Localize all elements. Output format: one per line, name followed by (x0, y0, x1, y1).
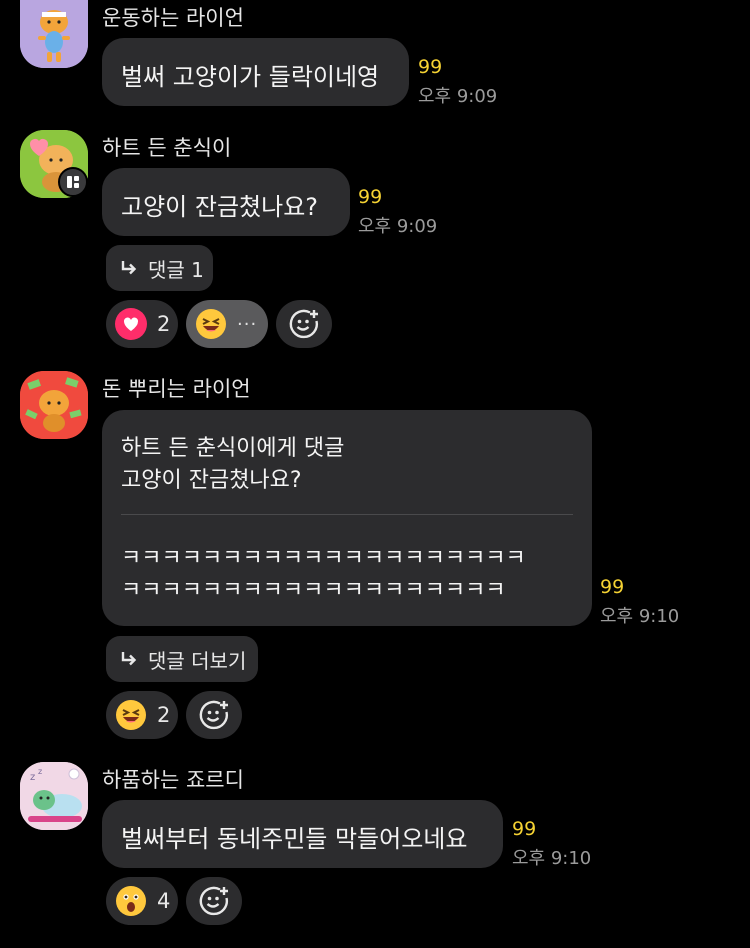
add-emoji-icon (288, 308, 320, 340)
unread-count: 99 (600, 576, 625, 598)
reply-more-button[interactable]: 댓글 더보기 (106, 636, 258, 682)
sender-name: 돈 뿌리는 라이언 (102, 377, 251, 401)
reply-label: 댓글 1 (148, 257, 204, 282)
avatar-yawning-jordy[interactable]: z z (20, 762, 88, 830)
avatar-exercising-ryan[interactable] (20, 0, 88, 68)
message-text-line-1: ㅋㅋㅋㅋㅋㅋㅋㅋㅋㅋㅋㅋㅋㅋㅋㅋㅋㅋㅋㅋ (121, 546, 526, 571)
message-text: 벌써 고양이가 들락이네영 (121, 63, 380, 91)
unread-count: 99 (358, 186, 383, 208)
community-badge-icon (67, 176, 79, 188)
message-bubble[interactable]: 고양이 잔금쳤나요? (102, 168, 350, 236)
reaction-laugh[interactable]: ··· (186, 300, 268, 348)
svg-text:z: z (30, 772, 35, 783)
ryan-money-icon (20, 371, 88, 439)
message-time: 오후 9:09 (358, 216, 438, 237)
reply-arrow-icon (120, 650, 138, 668)
message-time: 오후 9:10 (600, 606, 680, 627)
avatar-money-ryan[interactable] (20, 371, 88, 439)
quote-header: 하트 든 춘식이에게 댓글 (121, 436, 345, 461)
sender-name: 하트 든 춘식이 (102, 136, 232, 160)
avatar-badge (58, 167, 88, 197)
add-emoji-icon (198, 699, 230, 731)
jordy-yawning-icon: z z (20, 762, 88, 830)
message-text-line-2: ㅋㅋㅋㅋㅋㅋㅋㅋㅋㅋㅋㅋㅋㅋㅋㅋㅋㅋㅋ (121, 578, 506, 603)
reaction-more: ··· (237, 313, 258, 335)
reply-thread-button[interactable]: 댓글 1 (106, 245, 213, 291)
sender-name: 운동하는 라이언 (102, 6, 244, 30)
reaction-surprised[interactable]: 4 (106, 877, 178, 925)
unread-count: 99 (418, 56, 443, 78)
reaction-laugh[interactable]: 2 (106, 691, 178, 739)
svg-text:z: z (38, 767, 42, 776)
sender-name: 하품하는 죠르디 (102, 768, 244, 792)
grinning-squint-face-icon (115, 699, 147, 731)
message-text: 고양이 잔금쳤나요? (121, 193, 319, 221)
reply-label: 댓글 더보기 (148, 648, 247, 673)
reply-arrow-icon (120, 259, 138, 277)
add-reaction-button[interactable] (276, 300, 332, 348)
reaction-count: 2 (157, 312, 171, 336)
message-text: 벌써부터 동네주민들 막들어오네요 (121, 825, 468, 853)
message-time: 오후 9:09 (418, 86, 498, 107)
add-reaction-button[interactable] (186, 877, 242, 925)
reaction-count: 4 (157, 889, 171, 913)
astonished-face-icon (115, 885, 147, 917)
add-reaction-button[interactable] (186, 691, 242, 739)
message-bubble[interactable]: 벌써부터 동네주민들 막들어오네요 (102, 800, 503, 868)
grinning-squint-face-icon (195, 308, 227, 340)
reaction-heart[interactable]: 2 (106, 300, 178, 348)
message-time: 오후 9:10 (512, 848, 592, 869)
message-bubble[interactable]: 벌써 고양이가 들락이네영 (102, 38, 409, 106)
ryan-exercising-icon (20, 0, 88, 68)
message-bubble[interactable]: 하트 든 춘식이에게 댓글 고양이 잔금쳤나요? ㅋㅋㅋㅋㅋㅋㅋㅋㅋㅋㅋㅋㅋㅋㅋ… (102, 410, 592, 626)
quote-text: 고양이 잔금쳤나요? (121, 468, 302, 493)
add-emoji-icon (198, 885, 230, 917)
quote-divider (121, 514, 573, 515)
heart-icon (115, 308, 147, 340)
reaction-count: 2 (157, 703, 171, 727)
unread-count: 99 (512, 818, 537, 840)
